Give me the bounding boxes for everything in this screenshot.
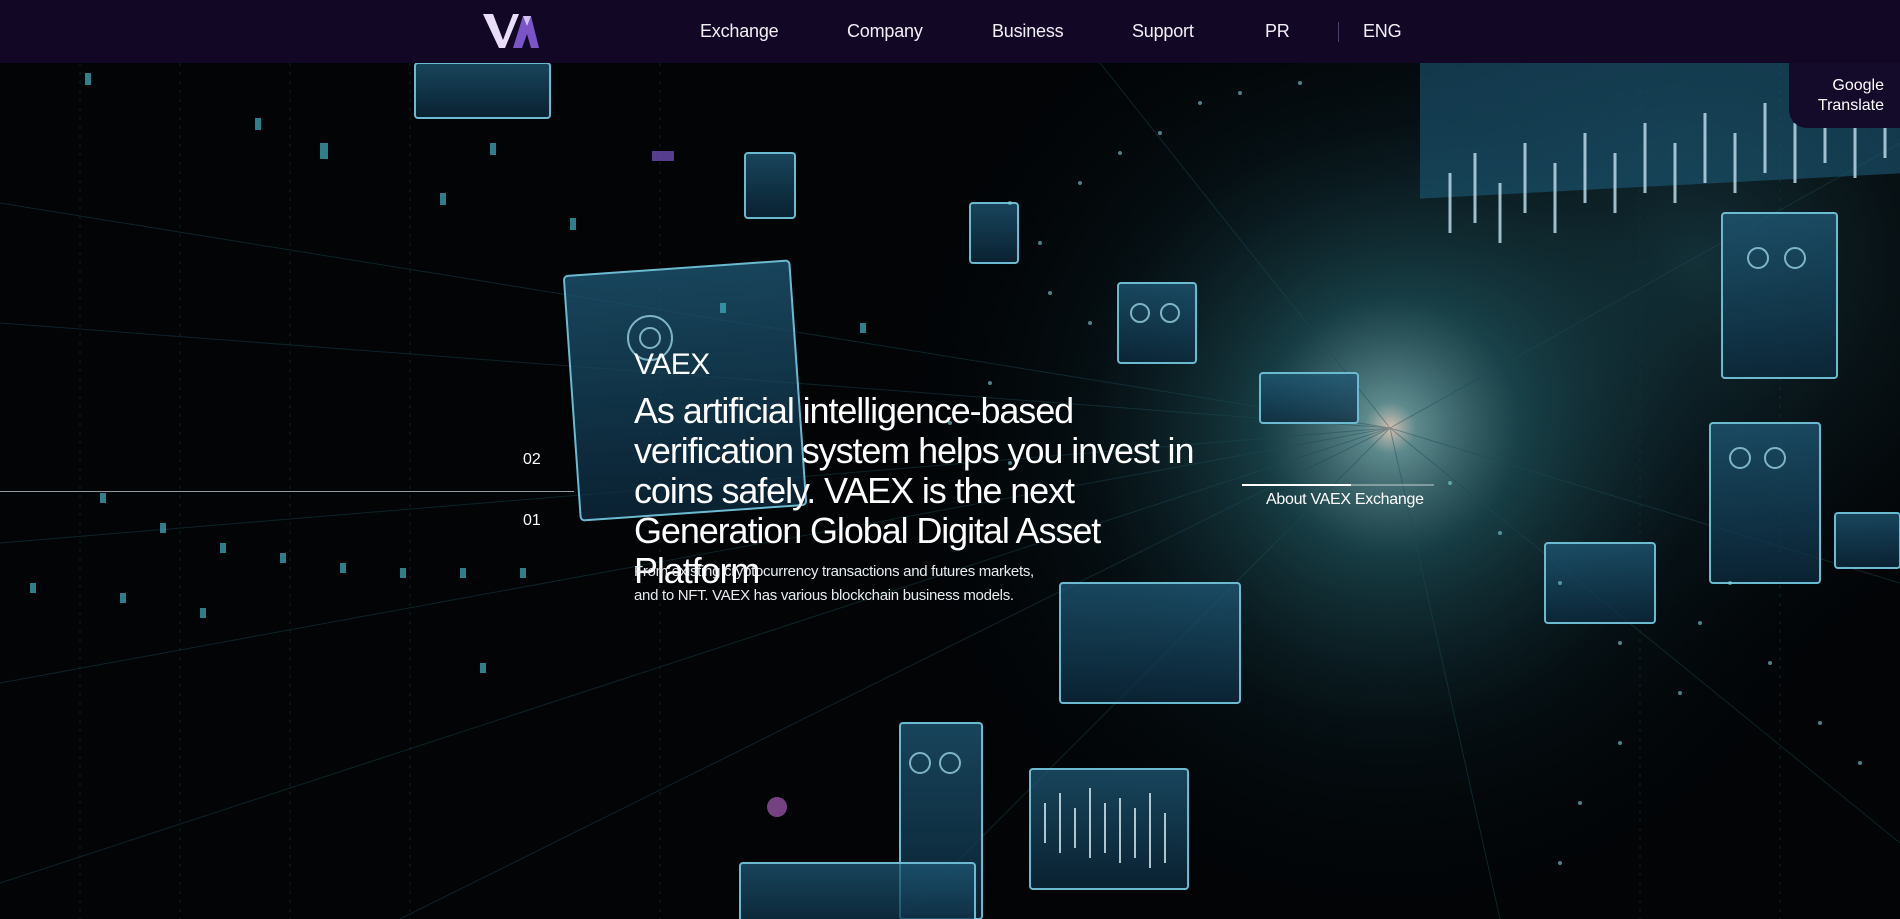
google-translate-label-line2: Translate [1817,96,1884,114]
nav-pr[interactable]: PR [1265,21,1290,42]
google-translate-label-line1: Google [1832,76,1884,94]
slide-index-02[interactable]: 02 [523,451,541,469]
about-progress-track [1242,484,1434,486]
nav-exchange[interactable]: Exchange [700,21,779,42]
main-navigation: Exchange Company Business Support PR ENG [0,0,1900,63]
language-selector[interactable]: ENG [1363,21,1402,42]
nav-business[interactable]: Business [992,21,1064,42]
nav-divider [1338,22,1339,42]
about-progress-fill [1242,484,1352,486]
hero-brand-label: VAEX [634,348,710,381]
top-navigation-bar: Exchange Company Business Support PR ENG [0,0,1900,63]
about-vaex-exchange-link[interactable]: About VAEX Exchange [1266,491,1424,509]
nav-support[interactable]: Support [1132,21,1194,42]
hero-subtext: From existing cryptocurrency transaction… [634,563,1034,604]
google-translate-button[interactable]: Google Translate [1789,63,1900,128]
slide-index-01[interactable]: 01 [523,512,541,530]
slide-indicator-line [0,491,574,492]
nav-company[interactable]: Company [847,21,923,42]
